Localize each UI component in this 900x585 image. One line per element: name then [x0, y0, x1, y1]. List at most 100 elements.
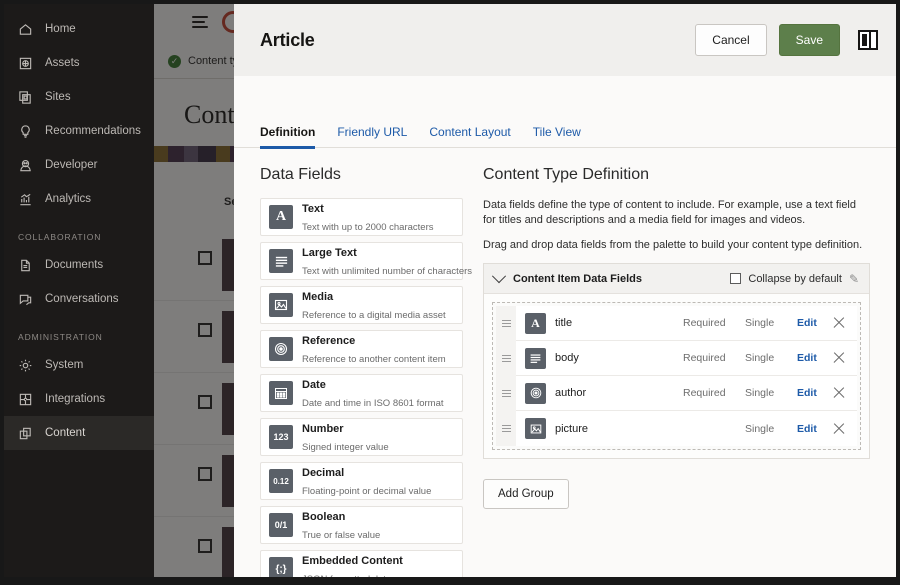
article-content-type-modal: Article Cancel Save Definition Friendly …	[234, 4, 896, 581]
sidebar-item-label: Documents	[45, 259, 103, 271]
palette-item-text[interactable]: A Text Text with up to 2000 characters	[260, 198, 463, 236]
sidebar-item-analytics[interactable]: Analytics	[4, 182, 154, 216]
palette-item-large-text[interactable]: Large Text Text with unlimited number of…	[260, 242, 463, 280]
drag-handle-icon[interactable]	[496, 306, 516, 341]
modal-tabs: Definition Friendly URL Content Layout T…	[234, 100, 896, 148]
panel-toggle-icon[interactable]	[858, 30, 878, 50]
sidebar-item-label: Assets	[45, 57, 80, 69]
cancel-button[interactable]: Cancel	[695, 24, 766, 56]
remove-field-icon[interactable]	[831, 315, 847, 331]
remove-field-icon[interactable]	[831, 385, 847, 401]
palette-item-name: Date	[302, 379, 326, 391]
palette-item-desc: Reference to a digital media asset	[302, 310, 446, 321]
fields-dropzone[interactable]: A title Required Single Edit body Requir…	[492, 302, 861, 450]
conversation-icon	[18, 292, 33, 307]
add-group-button[interactable]: Add Group	[483, 479, 569, 509]
field-cardinality: Single	[745, 317, 797, 329]
document-icon	[18, 258, 33, 273]
definition-intro-1: Data fields define the type of content t…	[483, 198, 870, 228]
app-window: ✓ Content typ Conte Sel	[0, 0, 900, 585]
palette-item-name: Decimal	[302, 467, 344, 479]
palette-item-name: Reference	[302, 335, 355, 347]
chevron-down-icon[interactable]	[492, 269, 506, 283]
sidebar-item-integrations[interactable]: Integrations	[4, 382, 154, 416]
gear-icon	[18, 358, 33, 373]
edit-link[interactable]: Edit	[797, 387, 831, 399]
palette-item-desc: Signed integer value	[302, 442, 389, 453]
lines-icon	[525, 348, 546, 369]
edit-link[interactable]: Edit	[797, 352, 831, 364]
field-name: picture	[555, 423, 683, 435]
sidebar-item-label: Integrations	[45, 393, 105, 405]
palette-item-name: Number	[302, 423, 344, 435]
remove-field-icon[interactable]	[831, 350, 847, 366]
sidebar-item-conversations[interactable]: Conversations	[4, 282, 154, 316]
page-title: Article	[260, 30, 315, 51]
palette-item-desc: Floating-point or decimal value	[302, 486, 431, 497]
palette-item-name: Media	[302, 291, 333, 303]
drag-handle-icon[interactable]	[496, 376, 516, 411]
content-icon	[18, 426, 33, 441]
collapse-by-default-checkbox[interactable]	[730, 273, 741, 284]
palette-item-desc: True or false value	[302, 530, 380, 541]
field-cardinality: Single	[745, 423, 797, 435]
lines-icon	[269, 249, 293, 273]
field-required: Required	[683, 387, 745, 399]
palette-item-boolean[interactable]: 0/1 Boolean True or false value	[260, 506, 463, 544]
drag-handle-icon[interactable]	[496, 411, 516, 446]
palette-item-desc: Date and time in ISO 8601 format	[302, 398, 444, 409]
sidebar-item-sites[interactable]: Sites	[4, 80, 154, 114]
sidebar-section-administration: ADMINISTRATION	[4, 316, 154, 348]
sidebar-item-recommendations[interactable]: Recommendations	[4, 114, 154, 148]
edit-link[interactable]: Edit	[797, 423, 831, 435]
sidebar-item-label: Analytics	[45, 193, 91, 205]
table-row[interactable]: A title Required Single Edit	[496, 306, 857, 341]
lightbulb-icon	[18, 124, 33, 139]
palette-item-desc: Text with unlimited number of characters	[302, 266, 472, 277]
table-row[interactable]: author Required Single Edit	[496, 376, 857, 411]
definition-intro-2: Drag and drop data fields from the palet…	[483, 238, 870, 253]
palette-item-name: Embedded Content	[302, 555, 403, 567]
sidebar-item-home[interactable]: Home	[4, 12, 154, 46]
edit-link[interactable]: Edit	[797, 317, 831, 329]
analytics-icon	[18, 192, 33, 207]
text-icon: A	[269, 205, 293, 229]
tab-definition[interactable]: Definition	[260, 125, 315, 148]
tab-content-layout[interactable]: Content Layout	[429, 125, 510, 148]
sidebar-item-developer[interactable]: Developer	[4, 148, 154, 182]
field-required: Required	[683, 317, 745, 329]
pencil-icon[interactable]: ✎	[849, 272, 859, 286]
palette-item-desc: Reference to another content item	[302, 354, 446, 365]
sidebar: Home Assets Sites Recommendations Develo…	[4, 4, 154, 581]
image-icon	[269, 293, 293, 317]
save-button[interactable]: Save	[779, 24, 840, 56]
sidebar-item-documents[interactable]: Documents	[4, 248, 154, 282]
assets-icon	[18, 56, 33, 71]
palette-item-reference[interactable]: Reference Reference to another content i…	[260, 330, 463, 368]
content-type-definition-panel: Content Type Definition Data fields defi…	[463, 148, 896, 581]
palette-item-date[interactable]: Date Date and time in ISO 8601 format	[260, 374, 463, 412]
sidebar-item-system[interactable]: System	[4, 348, 154, 382]
target-icon	[269, 337, 293, 361]
drag-handle-icon[interactable]	[496, 341, 516, 376]
definition-heading: Content Type Definition	[483, 166, 870, 184]
data-fields-group: Content Item Data Fields Collapse by def…	[483, 263, 870, 459]
tab-tile-view[interactable]: Tile View	[533, 125, 581, 148]
table-row[interactable]: picture Single Edit	[496, 411, 857, 446]
palette-item-name: Boolean	[302, 511, 345, 523]
table-row[interactable]: body Required Single Edit	[496, 341, 857, 376]
field-cardinality: Single	[745, 352, 797, 364]
sidebar-item-content[interactable]: Content	[4, 416, 154, 450]
group-title: Content Item Data Fields	[513, 273, 642, 285]
palette-item-media[interactable]: Media Reference to a digital media asset	[260, 286, 463, 324]
remove-field-icon[interactable]	[831, 421, 847, 437]
sidebar-item-label: System	[45, 359, 83, 371]
palette-item-decimal[interactable]: 0.12 Decimal Floating-point or decimal v…	[260, 462, 463, 500]
modal-header-actions: Cancel Save	[695, 24, 878, 56]
group-header[interactable]: Content Item Data Fields Collapse by def…	[484, 264, 869, 294]
palette-item-number[interactable]: 123 Number Signed integer value	[260, 418, 463, 456]
modal-header: Article Cancel Save	[234, 4, 896, 76]
tab-friendly-url[interactable]: Friendly URL	[337, 125, 407, 148]
sidebar-item-assets[interactable]: Assets	[4, 46, 154, 80]
collapse-by-default-label: Collapse by default	[748, 273, 842, 285]
